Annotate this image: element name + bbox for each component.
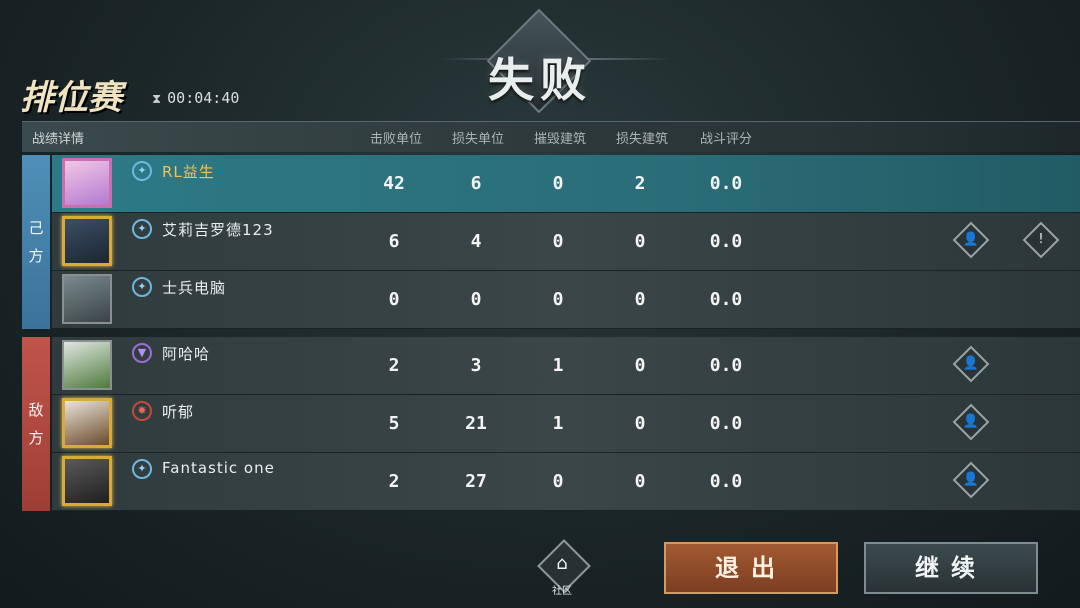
player-row[interactable]: ✦ Fantastic one 2 27 0 0 0.0 👤 (52, 453, 1080, 511)
add-friend-icon: 👤 (962, 232, 980, 247)
stat-losses: 21 (465, 413, 487, 434)
add-friend-icon: 👤 (962, 472, 980, 487)
stat-kills: 5 (388, 413, 400, 434)
stat-kills: 2 (388, 471, 400, 492)
stat-destroyed: 1 (552, 413, 564, 434)
stat-destroyed: 0 (552, 471, 564, 492)
continue-button[interactable]: 继续 (864, 542, 1038, 594)
home-icon: ⌂ (556, 553, 568, 574)
report-icon: ! (1038, 232, 1044, 247)
own-team-label: 己 方 (22, 155, 50, 329)
result-banner: 失败 (440, 8, 670, 118)
stat-kills: 0 (388, 289, 400, 310)
stat-losses: 4 (470, 231, 482, 252)
stat-losses: 27 (465, 471, 487, 492)
stat-score: 0.0 (709, 413, 743, 434)
stat-score: 0.0 (709, 231, 743, 252)
rank-icon: ✦ (132, 459, 152, 479)
exit-button[interactable]: 退出 (664, 542, 838, 594)
col-destroyed-buildings: 摧毁建筑 (533, 132, 586, 147)
rank-icon: ✦ (132, 219, 152, 239)
col-losses: 损失单位 (451, 132, 504, 147)
player-name: 阿哈哈 (162, 345, 211, 363)
stat-lost-buildings: 0 (634, 289, 646, 310)
avatar (62, 158, 112, 208)
section-title: 战绩详情 (32, 132, 85, 147)
add-friend-icon: 👤 (962, 356, 980, 371)
community-button[interactable]: ⌂ 社区 (537, 539, 591, 597)
player-name: 听郁 (162, 403, 195, 421)
add-friend-button[interactable]: 👤 (952, 403, 990, 441)
report-button[interactable]: ! (1022, 221, 1060, 259)
timer-value: 00:04:40 (167, 89, 240, 107)
community-label: 社区 (552, 586, 572, 597)
hourglass-icon: ⧗ (152, 92, 162, 107)
result-title: 失败 (488, 53, 592, 107)
add-friend-button[interactable]: 👤 (952, 221, 990, 259)
stat-score: 0.0 (709, 173, 743, 194)
rank-icon: ✦ (132, 161, 152, 181)
player-name: 士兵电脑 (162, 279, 227, 297)
stat-lost-buildings: 0 (634, 471, 646, 492)
enemy-team-label: 敌 方 (22, 337, 50, 511)
stat-score: 0.0 (709, 355, 743, 376)
stat-losses: 6 (470, 173, 482, 194)
player-name: 艾莉吉罗德123 (162, 221, 274, 239)
avatar (62, 340, 112, 390)
stat-lost-buildings: 0 (634, 413, 646, 434)
stat-kills: 2 (388, 355, 400, 376)
stat-lost-buildings: 0 (634, 355, 646, 376)
avatar (62, 216, 112, 266)
player-name: RL益生 (162, 163, 215, 181)
stat-losses: 0 (470, 289, 482, 310)
stat-destroyed: 1 (552, 355, 564, 376)
player-row[interactable]: ✸ 听郁 5 21 1 0 0.0 👤 (52, 395, 1080, 453)
stat-lost-buildings: 2 (634, 173, 646, 194)
stat-losses: 3 (470, 355, 482, 376)
rank-icon: ✦ (132, 277, 152, 297)
add-friend-button[interactable]: 👤 (952, 345, 990, 383)
stat-score: 0.0 (709, 289, 743, 310)
avatar (62, 274, 112, 324)
stat-destroyed: 0 (552, 289, 564, 310)
stat-kills: 6 (388, 231, 400, 252)
col-score: 战斗评分 (699, 132, 752, 147)
player-row[interactable]: ✦ RL益生 42 6 0 2 0.0 (52, 155, 1080, 213)
stat-kills: 42 (383, 173, 405, 194)
player-row[interactable]: ✦ 士兵电脑 0 0 0 0 0.0 (52, 271, 1080, 329)
stat-lost-buildings: 0 (634, 231, 646, 252)
player-row[interactable]: ✦ 艾莉吉罗德123 6 4 0 0 0.0 👤 ! (52, 213, 1080, 271)
add-friend-button[interactable]: 👤 (952, 461, 990, 499)
player-row[interactable]: ▼ 阿哈哈 2 3 1 0 0.0 👤 (52, 337, 1080, 395)
avatar (62, 398, 112, 448)
stat-score: 0.0 (709, 471, 743, 492)
mode-title: 排位赛 (20, 78, 122, 118)
stats-header: 战绩详情 击败单位 损失单位 摧毁建筑 损失建筑 战斗评分 (22, 121, 1080, 152)
add-friend-icon: 👤 (962, 414, 980, 429)
match-timer: ⧗ 00:04:40 (152, 89, 239, 107)
rank-icon: ▼ (132, 343, 152, 363)
player-name: Fantastic one (162, 459, 275, 477)
avatar (62, 456, 112, 506)
col-kills: 击败单位 (369, 132, 422, 147)
rank-icon: ✸ (132, 401, 152, 421)
stat-destroyed: 0 (552, 231, 564, 252)
stat-destroyed: 0 (552, 173, 564, 194)
col-lost-buildings: 损失建筑 (615, 132, 668, 147)
